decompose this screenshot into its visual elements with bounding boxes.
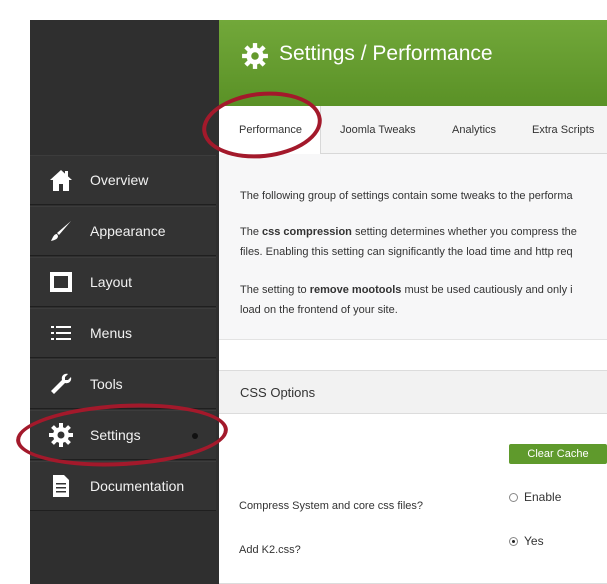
list-icon — [48, 320, 74, 346]
gear-icon — [241, 42, 269, 70]
sidebar-item-label: Layout — [90, 274, 133, 290]
page-title: Settings / Performance — [279, 42, 493, 65]
css-compression-paragraph: The css compression setting determines w… — [240, 226, 577, 238]
radio-circle[interactable] — [509, 492, 518, 502]
sidebar-item-label: Tools — [90, 376, 123, 392]
radio-label: Enable — [524, 490, 562, 504]
add-k2css-label: Add K2.css? — [239, 544, 301, 556]
sidebar-item-label: Documentation — [90, 478, 185, 494]
sidebar: Overview Appearance Layout Menus Tools S… — [30, 20, 219, 584]
sidebar-item-layout[interactable]: Layout — [30, 257, 216, 307]
layout-icon — [48, 269, 74, 295]
clear-cache-button[interactable]: Clear Cache — [509, 444, 607, 464]
radio-circle[interactable] — [509, 536, 518, 546]
add-k2css-yes-radio[interactable]: Yes — [509, 534, 544, 548]
sidebar-item-documentation[interactable]: Documentation — [30, 461, 216, 511]
spacer — [219, 340, 607, 370]
active-indicator — [192, 433, 198, 439]
radio-label: Yes — [524, 534, 544, 548]
sidebar-item-tools[interactable]: Tools — [30, 359, 216, 409]
wrench-icon — [48, 371, 74, 397]
sidebar-item-label: Appearance — [90, 223, 166, 239]
sidebar-item-menus[interactable]: Menus — [30, 308, 216, 358]
compress-css-enable-radio[interactable]: Enable — [509, 490, 561, 504]
document-icon — [48, 473, 74, 499]
sidebar-item-label: Settings — [90, 427, 141, 443]
compress-css-label: Compress System and core css files? — [239, 500, 424, 512]
sidebar-item-label: Menus — [90, 325, 133, 341]
brush-icon — [48, 218, 74, 244]
sidebar-item-appearance[interactable]: Appearance — [30, 206, 216, 256]
mootools-paragraph: The setting to remove mootools must be u… — [240, 284, 573, 296]
section-title: CSS Options — [240, 385, 316, 400]
css-compression-paragraph-cont: files. Enabling this setting can signifi… — [240, 246, 573, 258]
section-header: CSS Options — [219, 370, 607, 414]
intro-paragraph: The following group of settings contain … — [240, 190, 573, 202]
mootools-paragraph-cont: load on the frontend of your site. — [240, 304, 398, 316]
intro-panel: The following group of settings contain … — [219, 154, 607, 340]
tab-performance[interactable]: Performance — [219, 106, 321, 155]
page-header: Settings / Performance — [219, 20, 607, 106]
tab-bar: Performance Joomla Tweaks Analytics Extr… — [219, 106, 607, 155]
gear-icon — [48, 422, 74, 448]
home-icon — [48, 167, 74, 193]
tab-analytics[interactable]: Analytics — [452, 106, 496, 154]
css-options-panel: Clear Cache Compress System and core css… — [219, 414, 607, 584]
sidebar-item-settings[interactable]: Settings — [30, 410, 216, 460]
sidebar-item-label: Overview — [90, 172, 149, 188]
sidebar-item-overview[interactable]: Overview — [30, 155, 216, 205]
tab-extra-scripts[interactable]: Extra Scripts — [532, 106, 594, 154]
tab-joomla-tweaks[interactable]: Joomla Tweaks — [340, 106, 416, 154]
